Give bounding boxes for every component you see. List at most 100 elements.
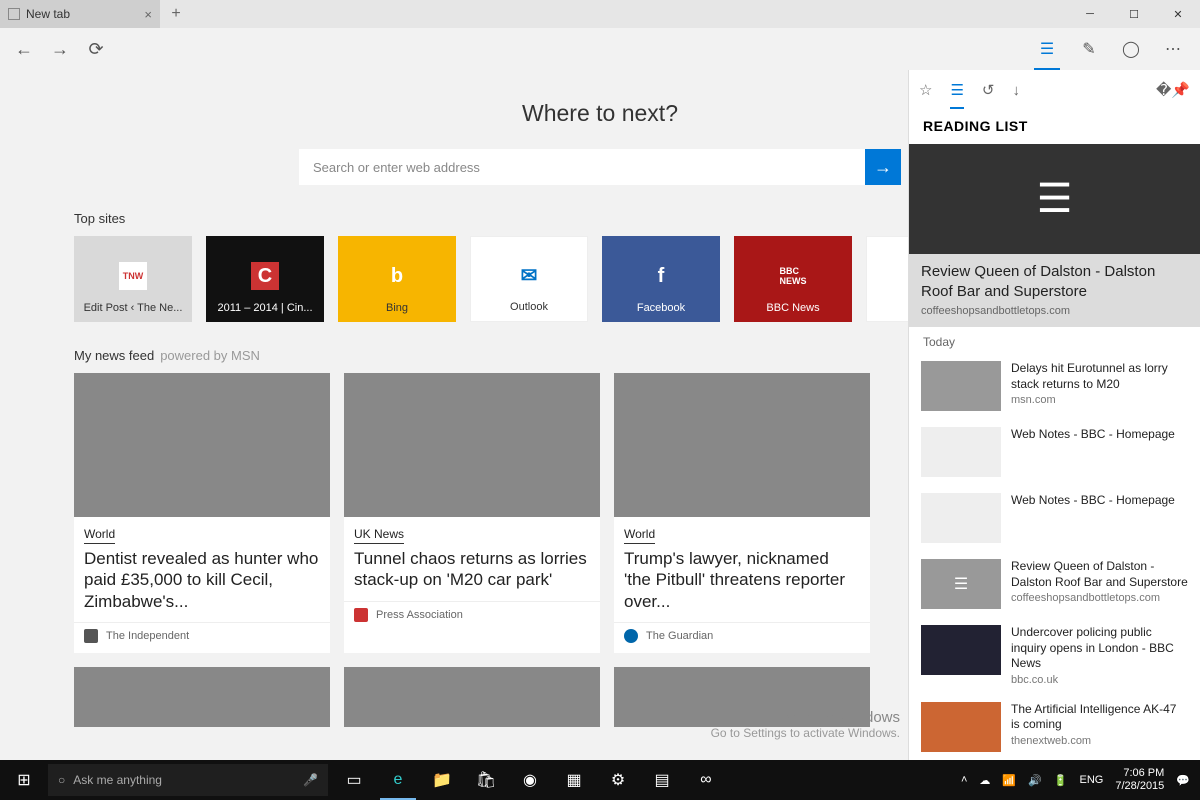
- bbc-icon: BBCNEWS: [779, 262, 807, 290]
- reading-hero-meta[interactable]: Review Queen of Dalston - Dalston Roof B…: [909, 254, 1200, 327]
- search-go-button[interactable]: →: [865, 149, 901, 185]
- tab-favicon: [8, 8, 20, 20]
- reading-thumb: [921, 361, 1001, 411]
- reading-item-title: Delays hit Eurotunnel as lorry stack ret…: [1011, 361, 1188, 392]
- app-icon[interactable]: ∞: [684, 760, 728, 800]
- top-site-tile[interactable]: bBing: [338, 236, 456, 322]
- titlebar: New tab × + ─ ☐ ✕: [0, 0, 1200, 28]
- news-card[interactable]: [74, 667, 330, 727]
- maximize-button[interactable]: ☐: [1112, 0, 1156, 28]
- reading-item-title: Review Queen of Dalston - Dalston Roof B…: [1011, 559, 1188, 590]
- news-image: [74, 373, 330, 517]
- hub-panel: ☆ ☰ ↺ ↓ �📌 READING LIST ☰ Review Queen o…: [908, 70, 1200, 760]
- window-controls: ─ ☐ ✕: [1068, 0, 1200, 28]
- toolbar: ← → ⟳ ☰ ✎ ◯ ⋯: [0, 28, 1200, 70]
- news-category: World: [84, 525, 115, 544]
- reading-item-source: thenextweb.com: [1011, 735, 1188, 747]
- browser-tab[interactable]: New tab ×: [0, 0, 160, 28]
- taskbar-apps: ▭ e 📁 🛍 ◉ ▦ ⚙ ▤ ∞: [332, 760, 728, 800]
- chrome-icon[interactable]: ◉: [508, 760, 552, 800]
- language-indicator[interactable]: ENG: [1080, 774, 1104, 786]
- clock-time: 7:06 PM: [1115, 767, 1164, 780]
- reading-list: Delays hit Eurotunnel as lorry stack ret…: [909, 353, 1200, 760]
- refresh-button[interactable]: ⟳: [78, 31, 114, 67]
- web-note-button[interactable]: ✎: [1068, 28, 1110, 70]
- reading-item[interactable]: Web Notes - BBC - Homepage: [909, 485, 1200, 551]
- wifi-icon[interactable]: 📶: [1002, 774, 1016, 787]
- onedrive-icon[interactable]: ☁: [979, 774, 990, 787]
- reading-hero-image[interactable]: ☰: [909, 144, 1200, 254]
- source-icon: [624, 629, 638, 643]
- reading-item-title: The Artificial Intelligence AK-47 is com…: [1011, 702, 1188, 733]
- reading-thumb: [921, 625, 1001, 675]
- settings-icon[interactable]: ⚙: [596, 760, 640, 800]
- history-tab-icon[interactable]: ↺: [982, 75, 995, 105]
- downloads-tab-icon[interactable]: ↓: [1012, 76, 1020, 105]
- edge-icon[interactable]: e: [376, 760, 420, 800]
- clock[interactable]: 7:06 PM 7/28/2015: [1115, 767, 1164, 793]
- cortana-search[interactable]: ○ Ask me anything 🎤: [48, 764, 328, 796]
- hub-button[interactable]: ☰: [1026, 28, 1068, 70]
- search-input[interactable]: [299, 149, 865, 185]
- news-image: [614, 373, 870, 517]
- top-site-tile[interactable]: ✉Outlook: [470, 236, 588, 322]
- site-icon: TNW: [119, 262, 147, 290]
- favorites-tab-icon[interactable]: ☆: [919, 75, 932, 105]
- reading-thumb: ☰: [921, 559, 1001, 609]
- tile-label: Facebook: [637, 302, 685, 314]
- pin-panel-icon[interactable]: �📌: [1156, 75, 1190, 105]
- news-image: [74, 667, 330, 727]
- outlook-icon: ✉: [515, 261, 543, 289]
- notifications-icon[interactable]: 💬: [1176, 774, 1190, 787]
- back-button[interactable]: ←: [6, 31, 42, 67]
- tab-close-icon[interactable]: ×: [144, 7, 152, 22]
- app-icon[interactable]: ▦: [552, 760, 596, 800]
- clock-date: 7/28/2015: [1115, 780, 1164, 793]
- reading-day-label: Today: [909, 327, 1200, 353]
- panel-title: READING LIST: [909, 110, 1200, 144]
- reading-item[interactable]: ☰ Review Queen of Dalston - Dalston Roof …: [909, 551, 1200, 617]
- top-site-tile[interactable]: TNW Edit Post ‹ The Ne...: [74, 236, 192, 322]
- cortana-icon: ○: [58, 773, 65, 787]
- reading-item-title: Web Notes - BBC - Homepage: [1011, 493, 1175, 509]
- news-source: The Guardian: [614, 622, 870, 653]
- reading-item[interactable]: Delays hit Eurotunnel as lorry stack ret…: [909, 353, 1200, 419]
- forward-button[interactable]: →: [42, 31, 78, 67]
- reading-item[interactable]: The Artificial Intelligence AK-47 is com…: [909, 694, 1200, 760]
- news-card[interactable]: [344, 667, 600, 727]
- close-window-button[interactable]: ✕: [1156, 0, 1200, 28]
- top-site-tile[interactable]: fFacebook: [602, 236, 720, 322]
- new-tab-button[interactable]: +: [160, 0, 192, 28]
- news-card[interactable]: World Dentist revealed as hunter who pai…: [74, 373, 330, 653]
- news-source: The Independent: [74, 622, 330, 653]
- reading-item[interactable]: Web Notes - BBC - Homepage: [909, 419, 1200, 485]
- reading-item-title: Web Notes - BBC - Homepage: [1011, 427, 1175, 443]
- volume-icon[interactable]: 🔊: [1028, 774, 1042, 787]
- reading-list-tab-icon[interactable]: ☰: [950, 75, 963, 105]
- top-site-tile[interactable]: C2011 – 2014 | Cin...: [206, 236, 324, 322]
- share-button[interactable]: ◯: [1110, 28, 1152, 70]
- app-icon[interactable]: ▤: [640, 760, 684, 800]
- task-view-icon[interactable]: ▭: [332, 760, 376, 800]
- cortana-placeholder: Ask me anything: [73, 773, 162, 787]
- reading-hero-source: coffeeshopsandbottletops.com: [921, 305, 1188, 317]
- reading-item-source: bbc.co.uk: [1011, 674, 1188, 686]
- news-card[interactable]: World Trump's lawyer, nicknamed 'the Pit…: [614, 373, 870, 653]
- tab-title: New tab: [26, 7, 70, 21]
- tile-label: BBC News: [766, 302, 819, 314]
- tray-chevron-icon[interactable]: ˄: [961, 774, 967, 786]
- reading-item[interactable]: Undercover policing public inquiry opens…: [909, 617, 1200, 694]
- explorer-icon[interactable]: 📁: [420, 760, 464, 800]
- bing-icon: b: [383, 262, 411, 290]
- battery-icon[interactable]: 🔋: [1054, 774, 1068, 787]
- top-site-tile[interactable]: BBCNEWS BBC News: [734, 236, 852, 322]
- more-button[interactable]: ⋯: [1152, 28, 1194, 70]
- start-button[interactable]: ⊞: [0, 760, 48, 800]
- store-icon[interactable]: 🛍: [464, 760, 508, 800]
- minimize-button[interactable]: ─: [1068, 0, 1112, 28]
- news-image: [344, 667, 600, 727]
- news-card[interactable]: UK News Tunnel chaos returns as lorries …: [344, 373, 600, 653]
- mic-icon[interactable]: 🎤: [303, 773, 318, 787]
- tile-label: Edit Post ‹ The Ne...: [84, 302, 183, 314]
- reading-thumb: [921, 427, 1001, 477]
